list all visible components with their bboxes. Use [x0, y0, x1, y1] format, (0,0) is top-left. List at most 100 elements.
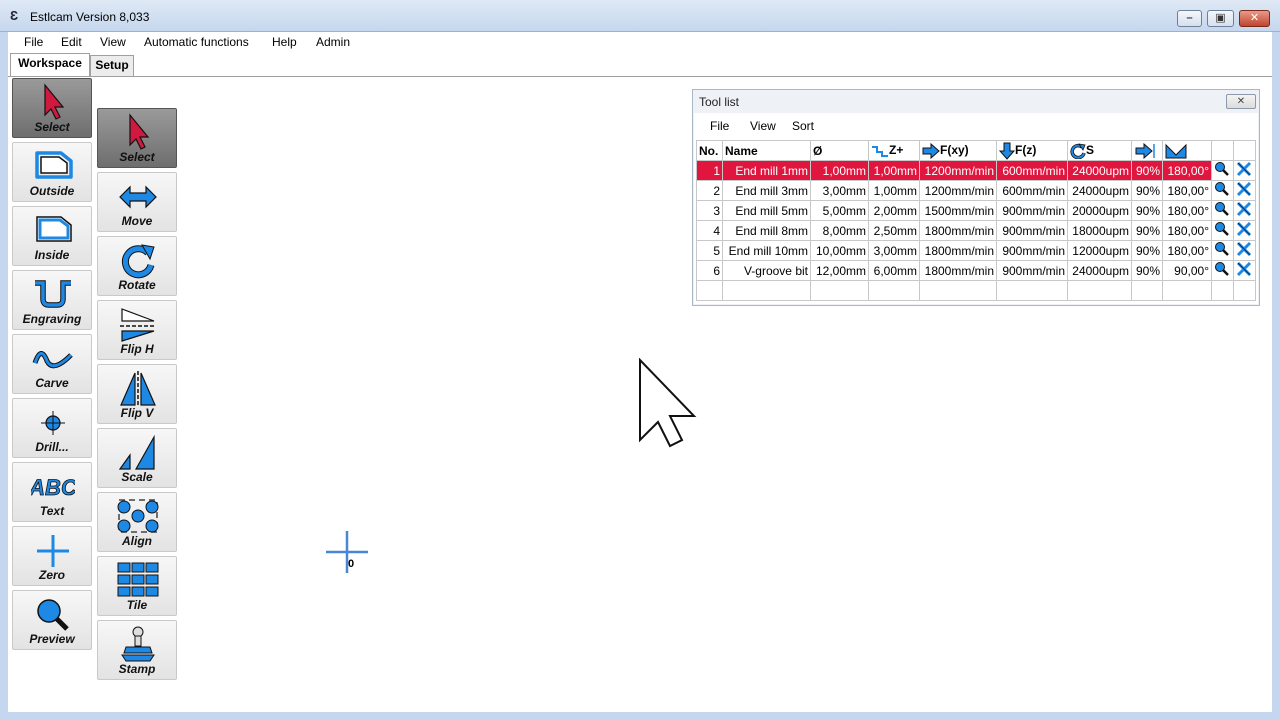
flip-h-button[interactable]: Flip H: [97, 300, 177, 360]
cell-no[interactable]: 6: [696, 260, 723, 281]
cell-fxy[interactable]: 1800mm/min: [919, 260, 997, 281]
close-button[interactable]: ✕: [1239, 10, 1270, 27]
cell-name[interactable]: End mill 1mm: [722, 160, 811, 181]
cell-z[interactable]: 3,00mm: [868, 240, 920, 261]
tool-row[interactable]: 5 End mill 10mm 10,00mm 3,00mm 1800mm/min 900…: [696, 240, 1256, 261]
cell-delete[interactable]: [1233, 220, 1256, 241]
header-diameter[interactable]: Ø: [810, 140, 869, 161]
cell-dia[interactable]: 5,00mm: [810, 200, 869, 221]
cell-angle[interactable]: 180,00°: [1162, 220, 1212, 241]
tool-list-menu-view[interactable]: View: [750, 119, 776, 133]
cell-angle[interactable]: 180,00°: [1162, 200, 1212, 221]
cell-name[interactable]: End mill 5mm: [722, 200, 811, 221]
stamp-button[interactable]: Stamp: [97, 620, 177, 680]
cell-no[interactable]: 4: [696, 220, 723, 241]
cell-s[interactable]: 12000upm: [1067, 240, 1132, 261]
tool-list-menu-sort[interactable]: Sort: [792, 119, 814, 133]
cell-fz[interactable]: 900mm/min: [996, 220, 1068, 241]
cell-no[interactable]: 5: [696, 240, 723, 261]
header-s[interactable]: S: [1067, 140, 1132, 161]
header-stepover[interactable]: [1131, 140, 1163, 161]
cell-z[interactable]: 2,00mm: [868, 200, 920, 221]
cell-name[interactable]: End mill 8mm: [722, 220, 811, 241]
cell-fxy[interactable]: 1200mm/min: [919, 160, 997, 181]
tool-preview-button[interactable]: Preview: [12, 590, 92, 650]
tool-carve-button[interactable]: Carve: [12, 334, 92, 394]
menu-automatic-functions[interactable]: Automatic functions: [144, 35, 249, 49]
tool-row[interactable]: 6 V-groove bit 12,00mm 6,00mm 1800mm/min 900m…: [696, 260, 1256, 281]
menu-admin[interactable]: Admin: [316, 35, 350, 49]
cell-pct[interactable]: 90%: [1131, 160, 1163, 181]
header-fxy[interactable]: F(xy): [919, 140, 997, 161]
cell-view[interactable]: [1211, 240, 1234, 261]
cell-s[interactable]: 24000upm: [1067, 180, 1132, 201]
header-name[interactable]: Name: [722, 140, 811, 161]
cell-view[interactable]: [1211, 220, 1234, 241]
cell-fxy[interactable]: 1200mm/min: [919, 180, 997, 201]
cell-s[interactable]: 20000upm: [1067, 200, 1132, 221]
cell-fz[interactable]: 600mm/min: [996, 160, 1068, 181]
cell-pct[interactable]: 90%: [1131, 260, 1163, 281]
cell-fz[interactable]: 900mm/min: [996, 200, 1068, 221]
cell-name[interactable]: End mill 3mm: [722, 180, 811, 201]
tool-inside-button[interactable]: Inside: [12, 206, 92, 266]
tool-zero-button[interactable]: Zero: [12, 526, 92, 586]
cell-fz[interactable]: 600mm/min: [996, 180, 1068, 201]
tool-outside-button[interactable]: Outside: [12, 142, 92, 202]
cell-pct[interactable]: 90%: [1131, 200, 1163, 221]
align-button[interactable]: Align: [97, 492, 177, 552]
cell-delete[interactable]: [1233, 240, 1256, 261]
cell-view[interactable]: [1211, 160, 1234, 181]
tab-setup[interactable]: Setup: [90, 55, 134, 76]
move-button[interactable]: Move: [97, 172, 177, 232]
cell-z[interactable]: 1,00mm: [868, 180, 920, 201]
cell-fxy[interactable]: 1800mm/min: [919, 220, 997, 241]
scale-button[interactable]: Scale: [97, 428, 177, 488]
cell-no[interactable]: 2: [696, 180, 723, 201]
header-no[interactable]: No.: [696, 140, 723, 161]
cell-z[interactable]: 1,00mm: [868, 160, 920, 181]
tile-button[interactable]: Tile: [97, 556, 177, 616]
cell-delete[interactable]: [1233, 260, 1256, 281]
menu-view[interactable]: View: [100, 35, 126, 49]
cell-s[interactable]: 24000upm: [1067, 260, 1132, 281]
header-fz[interactable]: F(z): [996, 140, 1068, 161]
tool-drill-button[interactable]: Drill...: [12, 398, 92, 458]
cell-fz[interactable]: 900mm/min: [996, 260, 1068, 281]
cell-no[interactable]: 3: [696, 200, 723, 221]
cell-dia[interactable]: 1,00mm: [810, 160, 869, 181]
cell-z[interactable]: 6,00mm: [868, 260, 920, 281]
tool-row[interactable]: 4 End mill 8mm 8,00mm 2,50mm 1800mm/min 900mm…: [696, 220, 1256, 241]
tool-row[interactable]: 3 End mill 5mm 5,00mm 2,00mm 1500mm/min 900mm…: [696, 200, 1256, 221]
cell-no[interactable]: 1: [696, 160, 723, 181]
rotate-button[interactable]: Rotate: [97, 236, 177, 296]
cell-pct[interactable]: 90%: [1131, 180, 1163, 201]
cell-angle[interactable]: 180,00°: [1162, 160, 1212, 181]
cell-angle[interactable]: 180,00°: [1162, 180, 1212, 201]
header-angle[interactable]: [1162, 140, 1212, 161]
cell-angle[interactable]: 90,00°: [1162, 260, 1212, 281]
cell-view[interactable]: [1211, 260, 1234, 281]
tab-workspace[interactable]: Workspace: [10, 53, 90, 77]
cell-delete[interactable]: [1233, 160, 1256, 181]
tool-list-close-button[interactable]: ✕: [1226, 94, 1256, 109]
cell-delete[interactable]: [1233, 200, 1256, 221]
tool-select-button[interactable]: Select: [12, 78, 92, 138]
transform-select-button[interactable]: Select: [97, 108, 177, 168]
menu-help[interactable]: Help: [272, 35, 297, 49]
cell-s[interactable]: 24000upm: [1067, 160, 1132, 181]
cell-view[interactable]: [1211, 200, 1234, 221]
minimize-button[interactable]: –: [1177, 10, 1202, 27]
cell-fxy[interactable]: 1800mm/min: [919, 240, 997, 261]
tool-row[interactable]: 1 End mill 1mm 1,00mm 1,00mm 1200mm/min 600mm…: [696, 160, 1256, 181]
cell-z[interactable]: 2,50mm: [868, 220, 920, 241]
cell-name[interactable]: End mill 10mm: [722, 240, 811, 261]
cell-view[interactable]: [1211, 180, 1234, 201]
cell-pct[interactable]: 90%: [1131, 240, 1163, 261]
header-zplus[interactable]: Z+: [868, 140, 920, 161]
cell-name[interactable]: V-groove bit: [722, 260, 811, 281]
tool-row[interactable]: 2 End mill 3mm 3,00mm 1,00mm 1200mm/min 600mm…: [696, 180, 1256, 201]
cell-pct[interactable]: 90%: [1131, 220, 1163, 241]
menu-edit[interactable]: Edit: [61, 35, 82, 49]
cell-dia[interactable]: 3,00mm: [810, 180, 869, 201]
